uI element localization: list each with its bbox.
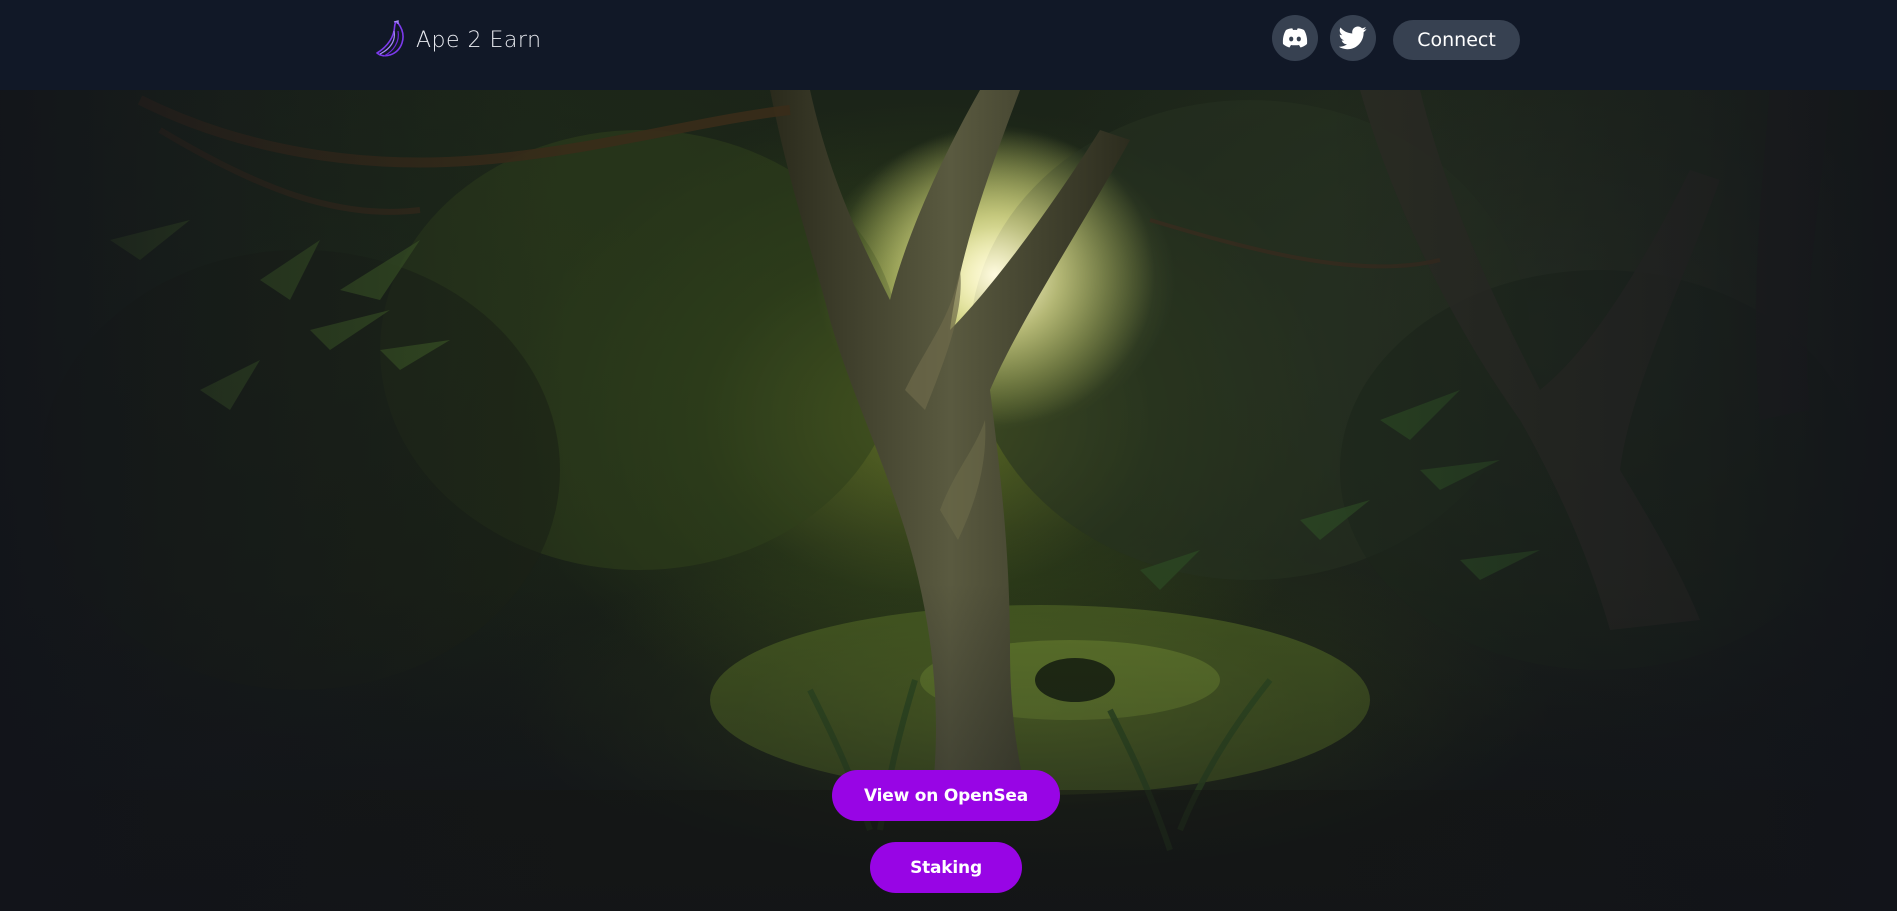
connect-wallet-button[interactable]: Connect xyxy=(1393,20,1520,60)
top-navbar: Ape 2 Earn Connect xyxy=(0,0,1897,90)
twitter-button[interactable] xyxy=(1330,15,1376,61)
brand[interactable]: Ape 2 Earn xyxy=(374,19,542,61)
staking-button[interactable]: Staking xyxy=(870,842,1022,893)
twitter-icon xyxy=(1339,26,1367,50)
view-on-opensea-button[interactable]: View on OpenSea xyxy=(832,770,1060,821)
discord-icon xyxy=(1282,28,1308,48)
brand-name: Ape 2 Earn xyxy=(416,27,542,53)
banana-icon xyxy=(376,20,404,57)
discord-button[interactable] xyxy=(1272,15,1318,61)
